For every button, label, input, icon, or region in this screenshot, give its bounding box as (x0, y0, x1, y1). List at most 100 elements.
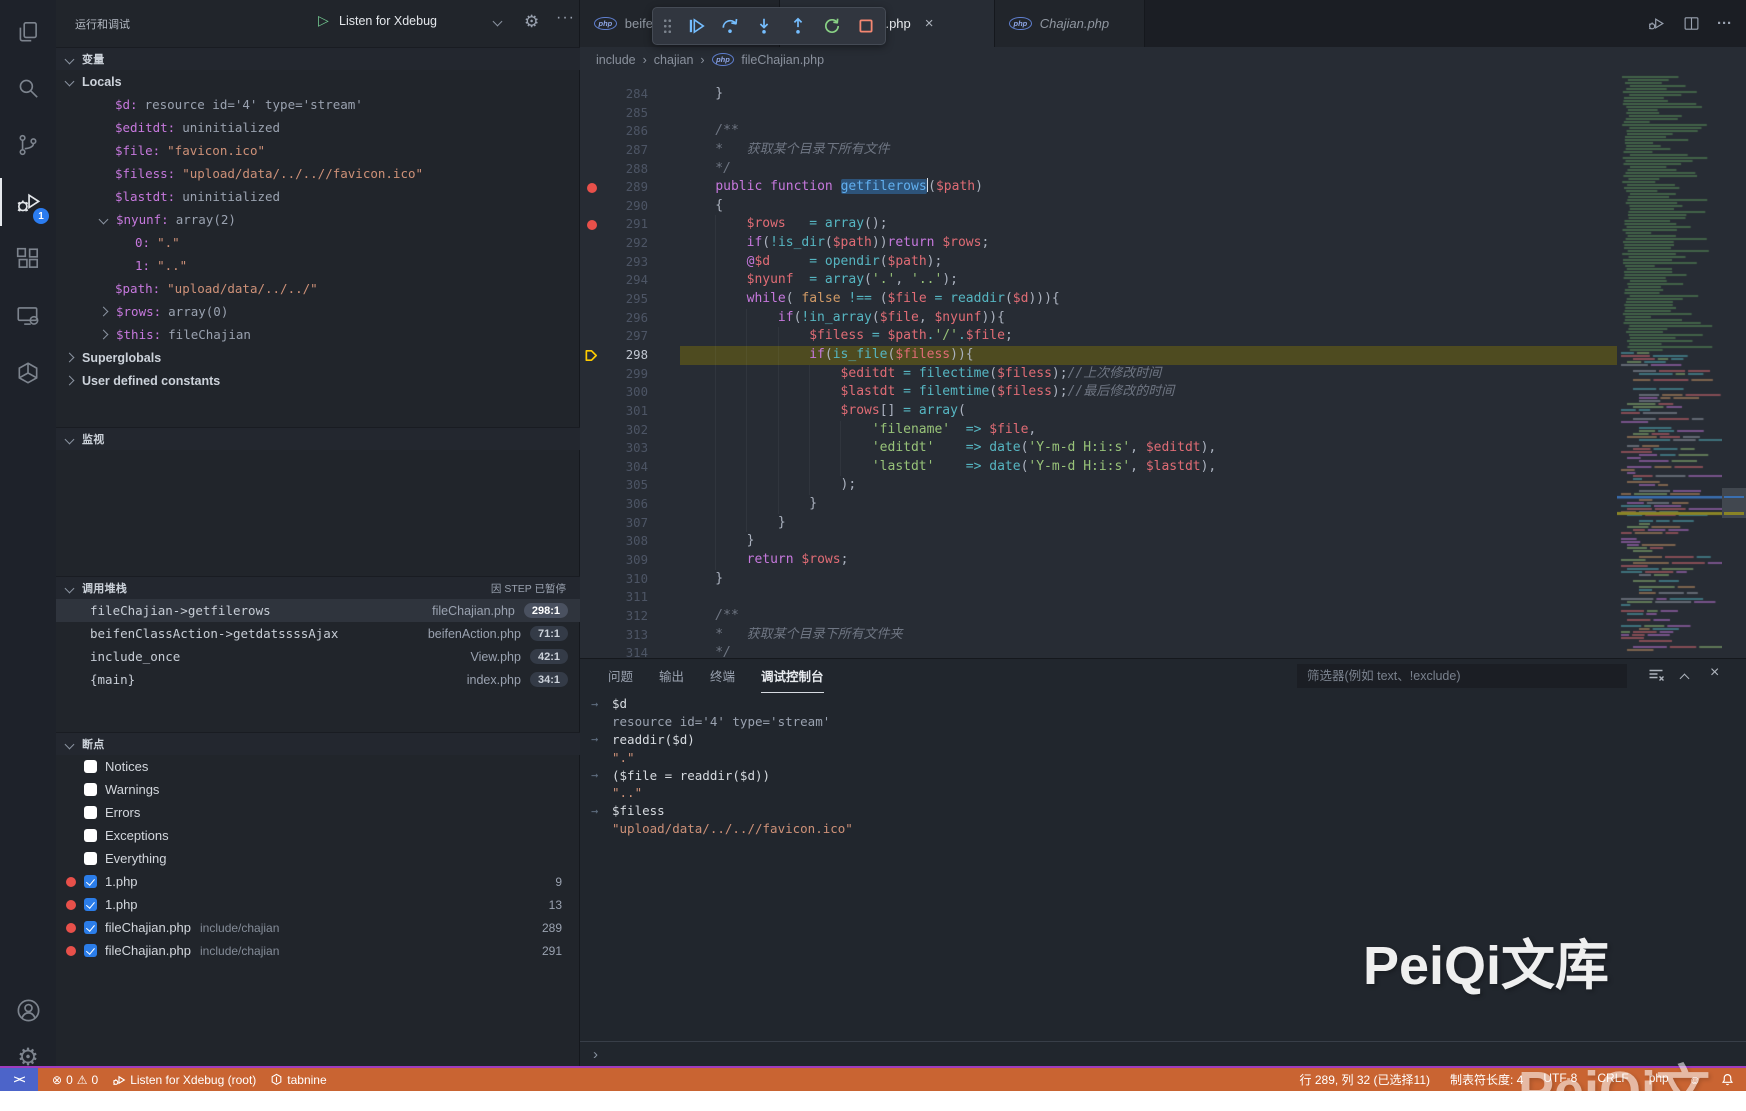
close-panel-icon[interactable]: × (1710, 665, 1719, 681)
feedback-icon[interactable]: ☺ (1689, 1073, 1701, 1087)
maximize-panel-icon[interactable] (1681, 670, 1688, 684)
account-icon[interactable] (0, 986, 56, 1034)
minimap[interactable] (1617, 72, 1722, 658)
step-over-button[interactable] (721, 17, 739, 35)
callstack-frame[interactable]: fileChajian->getfilerowsfileChajian.php2… (56, 599, 580, 622)
code-line[interactable]: 298 if(is_file($filess)){ (580, 346, 1617, 365)
status-item[interactable]: UTF-8 (1543, 1071, 1577, 1088)
breakpoint-item[interactable]: 1.php9 (56, 870, 580, 893)
checkbox-unchecked[interactable] (84, 806, 97, 819)
editor-tab[interactable]: phpChajian.php (995, 0, 1145, 47)
checkbox-unchecked[interactable] (84, 829, 97, 842)
toolbar-drag-grip[interactable] (663, 18, 671, 35)
variable-row[interactable]: $file:"favicon.ico" (56, 139, 580, 162)
code-line[interactable]: 302 'filename' => $file, (580, 421, 1617, 440)
variable-row[interactable]: $d:resource id='4' type='stream' (56, 93, 580, 116)
split-editor-icon[interactable] (1683, 15, 1700, 32)
code-line[interactable]: 314 */ (580, 644, 1617, 658)
exception-option[interactable]: Exceptions (56, 824, 580, 847)
checkbox-checked[interactable] (84, 898, 97, 911)
code-line[interactable]: 288 */ (580, 160, 1617, 179)
tab-close-icon[interactable]: × (925, 15, 934, 32)
problems-status[interactable]: ⊗ 0 ⚠ 0 (52, 1073, 98, 1087)
breakpoint-item[interactable]: fileChajian.phpinclude/chajian289 (56, 916, 580, 939)
code-line[interactable]: 297 $filess = $path.'/'.$file; (580, 327, 1617, 346)
step-out-button[interactable] (789, 17, 807, 35)
code-line[interactable]: 305 ); (580, 476, 1617, 495)
code-line[interactable]: 290 { (580, 197, 1617, 216)
checkbox-unchecked[interactable] (84, 852, 97, 865)
code-line[interactable]: 287 * 获取某个目录下所有文件 (580, 141, 1617, 160)
code-line[interactable]: 295 while( false !== ($file = readdir($d… (580, 290, 1617, 309)
status-item[interactable]: CRLF (1597, 1071, 1628, 1088)
exception-option[interactable]: Everything (56, 847, 580, 870)
config-dropdown-chevron-icon[interactable] (493, 17, 503, 27)
exception-option[interactable]: Notices (56, 755, 580, 778)
start-debug-icon[interactable]: ▷ (318, 13, 329, 27)
remote-indicator[interactable]: >< (0, 1068, 38, 1091)
run-or-debug-icon[interactable] (1647, 14, 1666, 33)
continue-button[interactable] (687, 17, 705, 35)
watch-section-header[interactable]: 监视 (56, 427, 580, 450)
code-line[interactable]: 309 return $rows; (580, 551, 1617, 570)
breadcrumb-item[interactable]: fileChajian.php (741, 53, 824, 67)
run-debug-icon[interactable]: 1 (0, 178, 56, 226)
variable-row[interactable]: 1:".." (56, 254, 580, 277)
code-line[interactable]: 306 } (580, 495, 1617, 514)
package-icon[interactable] (0, 349, 56, 397)
code-line[interactable]: 284 } (580, 85, 1617, 104)
tabnine-status[interactable]: tabnine (270, 1073, 326, 1087)
callstack-frame[interactable]: include_onceView.php42:1 (56, 645, 580, 668)
callstack-frame[interactable]: {main}index.php34:1 (56, 668, 580, 691)
code-line[interactable]: 301 $rows[] = array( (580, 402, 1617, 421)
breakpoints-section-header[interactable]: 断点 (56, 732, 580, 755)
variables-section-header[interactable]: 变量 (56, 47, 580, 70)
stop-button[interactable] (857, 17, 875, 35)
code-line[interactable]: 312 /** (580, 607, 1617, 626)
variable-row[interactable]: 0:"." (56, 231, 580, 254)
remote-explorer-icon[interactable] (0, 292, 56, 340)
code-line[interactable]: 308 } (580, 532, 1617, 551)
console-filter-input[interactable] (1297, 664, 1627, 688)
source-control-icon[interactable] (0, 121, 56, 169)
editor-scrollbar[interactable] (1722, 72, 1746, 658)
code-line[interactable]: 285 (580, 104, 1617, 123)
code-line[interactable]: 289 public function getfilerows($path) (580, 178, 1617, 197)
variable-row[interactable]: $filess:"upload/data/../..//favicon.ico" (56, 162, 580, 185)
code-line[interactable]: 310 } (580, 570, 1617, 589)
step-into-button[interactable] (755, 17, 773, 35)
code-line[interactable]: 304 'lastdt' => date('Y-m-d H:i:s', $las… (580, 458, 1617, 477)
code-line[interactable]: 293 @$d = opendir($path); (580, 253, 1617, 272)
search-icon[interactable] (0, 64, 56, 112)
debug-status[interactable]: Listen for Xdebug (root) (112, 1073, 256, 1087)
code-line[interactable]: 292 if(!is_dir($path))return $rows; (580, 234, 1617, 253)
checkbox-unchecked[interactable] (84, 760, 97, 773)
checkbox-checked[interactable] (84, 921, 97, 934)
code-line[interactable]: 311 (580, 588, 1617, 607)
extensions-icon[interactable] (0, 235, 56, 283)
clear-console-icon[interactable] (1648, 667, 1664, 683)
debug-console-prompt[interactable]: › (580, 1041, 1746, 1066)
code-line[interactable]: 313 * 获取某个目录下所有文件夹 (580, 626, 1617, 645)
code-line[interactable]: 286 /** (580, 122, 1617, 141)
variable-row[interactable]: $nyunf:array(2) (56, 208, 580, 231)
variable-row[interactable]: $this:fileChajian (56, 323, 580, 346)
variable-row[interactable]: Locals (56, 70, 580, 93)
variable-row[interactable]: $path:"upload/data/../../" (56, 277, 580, 300)
exception-option[interactable]: Warnings (56, 778, 580, 801)
variable-row[interactable]: $lastdt:uninitialized (56, 185, 580, 208)
configure-gear-icon[interactable]: ⚙ (524, 12, 539, 32)
status-item[interactable]: php (1649, 1071, 1669, 1088)
panel-tab[interactable]: 问题 (608, 659, 633, 693)
debug-config-select[interactable]: Listen for Xdebug (339, 14, 437, 28)
restart-button[interactable] (823, 17, 841, 35)
variable-row[interactable]: $editdt:uninitialized (56, 116, 580, 139)
variable-row[interactable]: Superglobals (56, 346, 580, 369)
notifications-bell-icon[interactable] (1721, 1073, 1734, 1086)
explorer-icon[interactable] (0, 8, 56, 56)
code-line[interactable]: 291 $rows = array(); (580, 215, 1617, 234)
code-line[interactable]: 296 if(!in_array($file, $nyunf)){ (580, 309, 1617, 328)
breadcrumb-item[interactable]: chajian (654, 53, 694, 67)
breadcrumb-item[interactable]: include (596, 53, 636, 67)
panel-tab[interactable]: 调试控制台 (761, 659, 824, 693)
